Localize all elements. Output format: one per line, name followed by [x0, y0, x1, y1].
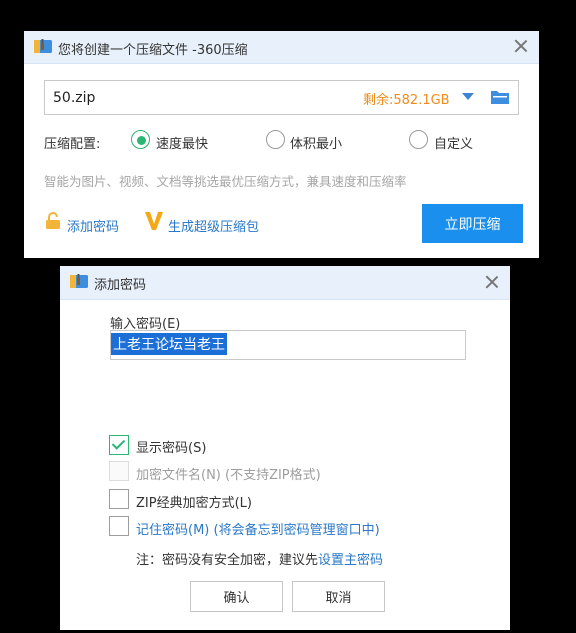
folder-icon[interactable]: [491, 89, 509, 104]
show-password-checkbox[interactable]: [109, 435, 129, 455]
zip-classic-label[interactable]: ZIP经典加密方式(L): [136, 492, 252, 511]
super-package-icon: [145, 212, 163, 230]
radio-custom[interactable]: [409, 130, 429, 150]
remember-password-label[interactable]: 记住密码(M) (将会备忘到密码管理窗口中): [136, 519, 380, 538]
archive-app-icon: [70, 274, 88, 288]
lock-icon: [46, 212, 60, 229]
compress-titlebar: 您将创建一个压缩文件 -360压缩: [24, 31, 539, 64]
radio-custom-label[interactable]: 自定义: [434, 133, 473, 152]
super-package-link[interactable]: 生成超级压缩包: [168, 216, 259, 235]
dialog-title: 添加密码: [94, 278, 147, 293]
free-space-label: 剩余:582.1GB: [363, 93, 450, 108]
checkmark-icon: [111, 436, 126, 450]
security-note-text: 注：密码没有安全加密，建议先: [136, 553, 319, 568]
set-master-password-link[interactable]: 设置主密码: [318, 553, 383, 568]
security-note: 注：密码没有安全加密，建议先设置主密码: [136, 549, 383, 568]
archive-app-icon: [34, 39, 52, 53]
encrypt-filename-checkbox: [109, 461, 129, 481]
password-value: 上老王论坛当老王: [111, 333, 227, 355]
compress-now-button[interactable]: 立即压缩: [422, 204, 523, 243]
ok-button[interactable]: 确认: [190, 581, 283, 612]
filename-field[interactable]: 剩余:582.1GB: [44, 80, 519, 115]
show-password-label[interactable]: 显示密码(S): [136, 437, 206, 456]
compress-window: 您将创建一个压缩文件 -360压缩 剩余:582.1GB 压缩配置: 速度最快 …: [24, 31, 539, 258]
close-icon[interactable]: [482, 272, 502, 292]
encrypt-filename-label: 加密文件名(N) (不支持ZIP格式): [136, 468, 321, 483]
zip-classic-checkbox[interactable]: [109, 489, 129, 509]
password-titlebar: 添加密码: [60, 266, 510, 300]
radio-smallest-label[interactable]: 体积最小: [290, 133, 342, 152]
radio-smallest[interactable]: [266, 130, 286, 150]
radio-fastest-label[interactable]: 速度最快: [156, 133, 208, 152]
window-title: 您将创建一个压缩文件 -360压缩: [58, 43, 248, 58]
password-input[interactable]: 上老王论坛当老王: [110, 330, 466, 360]
remember-password-checkbox[interactable]: [109, 516, 129, 536]
password-dialog: 添加密码 输入密码(E) 上老王论坛当老王 显示密码(S) 加密文件名(N) (…: [60, 266, 510, 630]
filename-input[interactable]: [51, 87, 355, 109]
close-icon[interactable]: [511, 36, 531, 56]
radio-fastest[interactable]: [131, 130, 151, 150]
compression-hint: 智能为图片、视频、文档等挑选最优压缩方式，兼具速度和压缩率: [44, 174, 407, 189]
cancel-button[interactable]: 取消: [292, 581, 385, 612]
dropdown-arrow-icon[interactable]: [462, 93, 474, 100]
config-label: 压缩配置:: [44, 137, 101, 152]
add-password-link[interactable]: 添加密码: [67, 216, 119, 235]
